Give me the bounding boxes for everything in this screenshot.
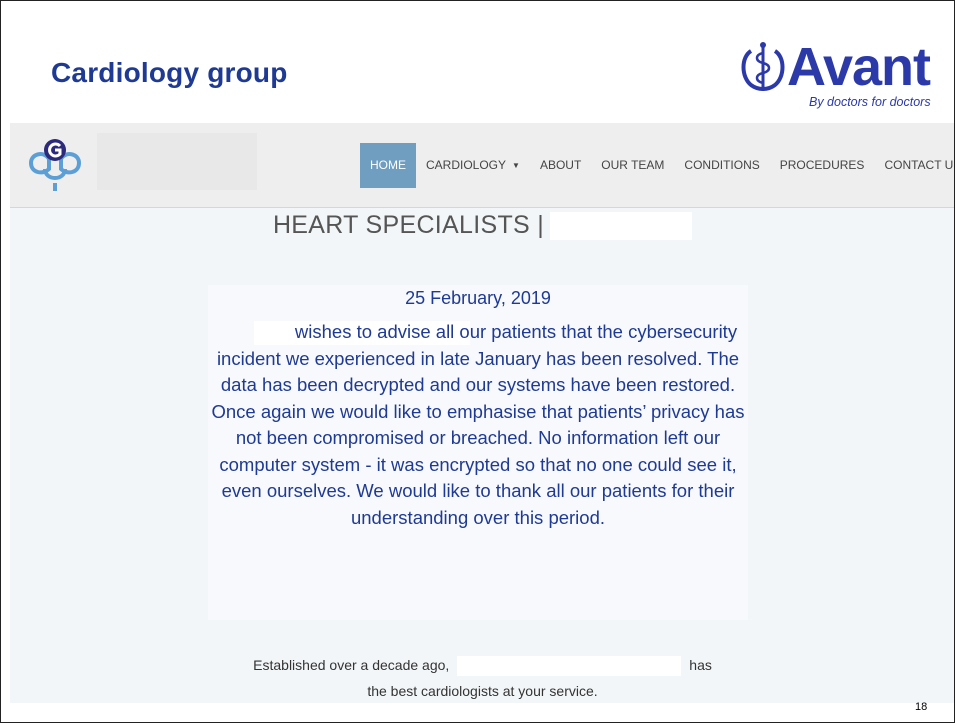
caret-down-icon: ▼: [512, 161, 520, 170]
slide-title: Cardiology group: [51, 57, 288, 88]
nav-item-procedures[interactable]: PROCEDURES: [770, 143, 875, 188]
established-after: has: [689, 657, 712, 673]
nav-label: HOME: [370, 158, 406, 172]
nav-item-conditions[interactable]: CONDITIONS: [674, 143, 769, 188]
page-heading: HEART SPECIALISTS |: [10, 211, 954, 241]
cardiology-cross-logo-icon[interactable]: [25, 137, 85, 195]
nav-label: CARDIOLOGY: [426, 158, 507, 172]
redacted-brand-name: [97, 133, 257, 190]
notice-body: wishes to advise all our patients that t…: [211, 321, 745, 528]
established-text: Established over a decade ago, has the be…: [10, 652, 954, 704]
nav-label: ABOUT: [539, 158, 582, 172]
notice-box: 25 February, 2019 wishes to advise all o…: [208, 285, 748, 620]
avant-wordmark: Avant: [787, 37, 931, 97]
nav-item-home[interactable]: HOME: [360, 143, 416, 188]
caduceus-icon: [741, 42, 785, 91]
established-line-2: the best cardiologists at your service.: [367, 683, 598, 699]
nav-item-contact-us[interactable]: CONTACT US: [874, 143, 955, 188]
avant-logo: Avant By doctors for doctors: [737, 37, 937, 115]
established-line-1: Established over a decade ago, has: [10, 652, 954, 678]
notice-date: 25 February, 2019: [405, 288, 551, 308]
redacted-heading-name: [550, 212, 693, 241]
nav-label: CONTACT US: [884, 158, 955, 172]
nav-item-our-team[interactable]: OUR TEAM: [591, 143, 674, 188]
avant-tagline: By doctors for doctors: [809, 95, 931, 109]
site-navbar: HOME CARDIOLOGY ▼ ABOUT OUR TEAM CONDITI…: [10, 123, 955, 208]
website-screenshot: HOME CARDIOLOGY ▼ ABOUT OUR TEAM CONDITI…: [10, 123, 955, 704]
heading-text: HEART SPECIALISTS |: [272, 211, 545, 239]
nav-label: CONDITIONS: [684, 158, 760, 172]
nav-label: OUR TEAM: [601, 158, 665, 172]
established-before: Established over a decade ago,: [253, 657, 450, 673]
nav-item-about[interactable]: ABOUT: [530, 143, 591, 188]
redacted-practice-name-2: [457, 656, 682, 677]
nav-label: PROCEDURES: [779, 158, 865, 172]
slide-page-number: 18: [915, 701, 928, 713]
nav-item-cardiology[interactable]: CARDIOLOGY ▼: [416, 143, 530, 188]
site-nav: HOME CARDIOLOGY ▼ ABOUT OUR TEAM CONDITI…: [360, 143, 955, 188]
presentation-slide: Cardiology group Avant By doctors for do…: [0, 0, 955, 723]
